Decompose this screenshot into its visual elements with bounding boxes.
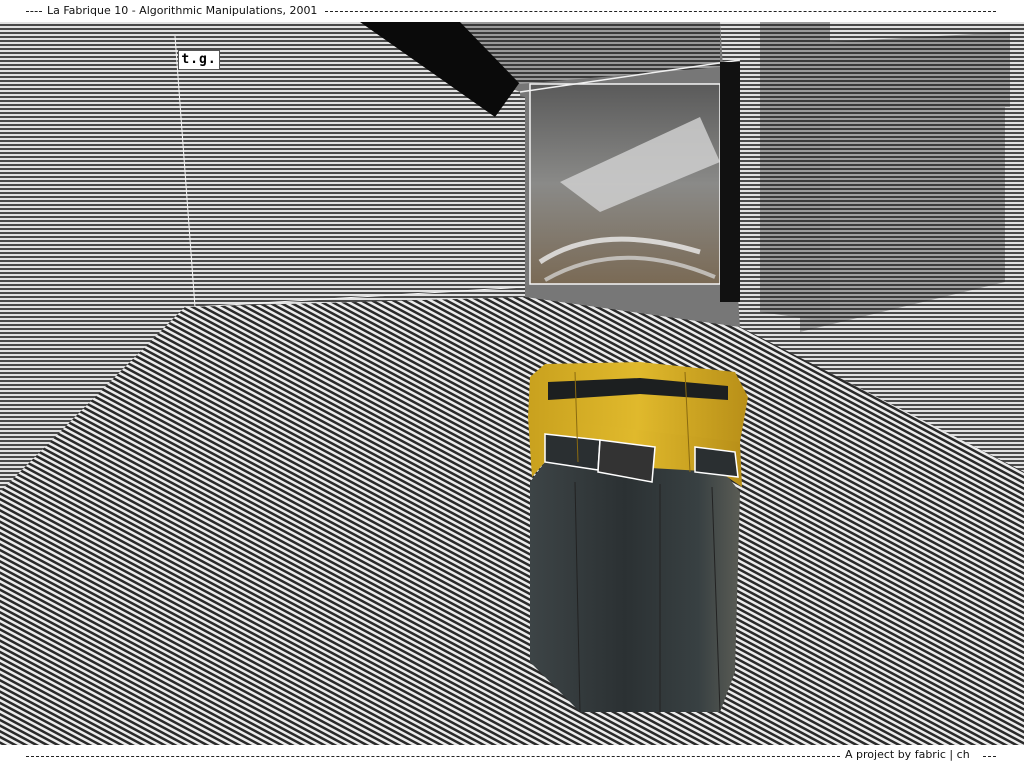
- top-bar: La Fabrique 10 - Algorithmic Manipulatio…: [0, 0, 1024, 22]
- ch-link[interactable]: ch: [957, 748, 970, 761]
- top-bar-dash-right: [325, 11, 996, 12]
- credit-prefix: A project by: [845, 748, 912, 761]
- bottom-bar: A project by fabric | ch: [0, 745, 1024, 768]
- credit-separator: |: [945, 748, 957, 761]
- credit-line: A project by fabric | ch: [842, 747, 973, 763]
- top-bar-dash-left: [26, 11, 42, 12]
- fabric-link[interactable]: fabric: [915, 748, 946, 761]
- trash-bin-body: [530, 462, 740, 712]
- bottom-bar-dash-right: [983, 756, 996, 757]
- tag-badge: t.g.: [178, 50, 220, 70]
- window-frame-right: [720, 62, 740, 302]
- 3d-scene-viewport[interactable]: t.g.: [0, 22, 1024, 745]
- bottom-bar-dash-left: [26, 756, 840, 757]
- scene-render: [0, 22, 1024, 745]
- bin-handle-right: [694, 446, 739, 478]
- page-title: La Fabrique 10 - Algorithmic Manipulatio…: [44, 3, 321, 19]
